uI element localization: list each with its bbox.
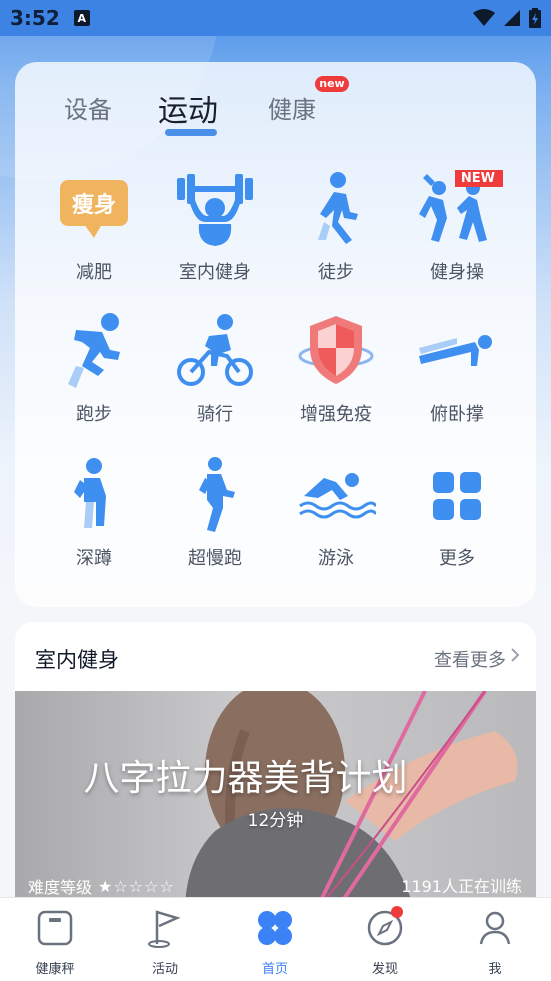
grid-item-label: 室内健身 <box>179 262 251 283</box>
grid-item-label: 俯卧撑 <box>430 404 484 425</box>
grid-item-running[interactable]: 跑步 <box>34 312 154 426</box>
nav-label: 首页 <box>261 962 288 977</box>
nav-item-me[interactable]: 我 <box>440 908 550 977</box>
grid-item-walking[interactable]: 徒步 <box>276 170 396 284</box>
tab-new-badge: new <box>315 76 349 92</box>
bottom-navigation: 健康秤 活动 首页 发现 我 <box>0 897 551 981</box>
nav-label: 健康秤 <box>35 962 75 977</box>
grid-item-more[interactable]: 更多 <box>397 456 517 570</box>
status-time: 3:52 <box>10 6 60 30</box>
nav-label: 发现 <box>371 962 398 977</box>
tab-sports[interactable]: 运动 <box>158 86 218 130</box>
battery-icon <box>529 8 541 28</box>
grid-item-slow-jog[interactable]: 超慢跑 <box>155 456 275 570</box>
weight-loss-icon-text: 瘦身 <box>72 192 116 218</box>
banner-duration: 12分钟 <box>247 811 304 831</box>
grid-item-pushup[interactable]: 俯卧撑 <box>397 312 517 426</box>
slow-jog-icon <box>175 456 255 536</box>
active-tab-indicator <box>165 129 217 136</box>
more-grid-icon <box>417 456 497 536</box>
tab-device[interactable]: 设备 <box>64 90 112 125</box>
compass-icon <box>365 906 405 948</box>
grid-item-label: 增强免疫 <box>300 404 372 425</box>
grid-item-immunity[interactable]: 增强免疫 <box>276 312 396 426</box>
running-icon <box>54 312 134 392</box>
nav-item-activity[interactable]: 活动 <box>110 908 220 977</box>
grid-item-label: 深蹲 <box>76 548 112 569</box>
banner-title: 八字拉力器美背计划 <box>83 758 408 799</box>
swimming-icon <box>296 456 378 536</box>
participant-count: 1191人正在训练 <box>401 877 522 896</box>
grid-item-label: 游泳 <box>318 548 354 569</box>
star-rating-icons: ★☆☆☆☆ <box>98 876 175 896</box>
grid-item-indoor-fitness[interactable]: 室内健身 <box>155 170 275 284</box>
grid-item-label: 骑行 <box>197 404 233 425</box>
notification-a-icon: A <box>73 10 90 26</box>
squat-icon <box>54 456 134 536</box>
grid-item-label: 徒步 <box>318 262 354 283</box>
dumbbell-icon <box>175 170 255 250</box>
tab-health[interactable]: 健康 <box>268 90 316 125</box>
pushup-icon <box>417 312 497 392</box>
workout-banner[interactable]: 八字拉力器美背计划 12分钟 难度等级 ★☆☆☆☆ 1191人正在训练 <box>15 691 536 912</box>
nav-label: 我 <box>488 962 502 977</box>
grid-item-label: 超慢跑 <box>188 548 242 569</box>
nav-label: 活动 <box>151 962 178 977</box>
scale-icon <box>35 908 75 948</box>
category-tabs: 设备 运动 健康 new <box>0 76 551 140</box>
grid-item-cycling[interactable]: 骑行 <box>155 312 275 426</box>
grid-item-aerobics[interactable]: NEW 健身操 <box>397 170 517 284</box>
grid-item-squat[interactable]: 深蹲 <box>34 456 154 570</box>
cycling-icon <box>175 312 255 392</box>
status-bar: 3:52 A <box>0 0 551 36</box>
aerobics-icon: NEW <box>417 170 503 250</box>
person-icon <box>475 908 515 948</box>
weight-loss-icon: 瘦身 <box>54 170 134 250</box>
nav-item-discover[interactable]: 发现 <box>330 906 440 977</box>
chevron-right-icon[interactable] <box>508 648 522 662</box>
walking-icon <box>296 170 376 250</box>
nav-item-home[interactable]: 首页 <box>220 908 330 977</box>
grid-item-label: 跑步 <box>76 404 112 425</box>
signal-icon <box>504 10 520 26</box>
section-title: 室内健身 <box>35 648 119 672</box>
notification-dot <box>391 906 403 918</box>
nav-item-scale[interactable]: 健康秤 <box>0 908 110 977</box>
grid-item-swimming[interactable]: 游泳 <box>276 456 396 570</box>
grid-item-weight-loss[interactable]: 瘦身 减肥 <box>34 170 154 284</box>
flag-icon <box>145 908 185 948</box>
indoor-fitness-card: 室内健身 查看更多 八字拉力器美背计划 12分钟 难度等级 ★☆☆☆☆ 1191… <box>15 622 536 912</box>
home-clover-icon <box>255 908 295 948</box>
grid-item-label: 健身操 <box>430 262 484 283</box>
wifi-icon <box>473 9 495 26</box>
grid-item-label: 减肥 <box>76 262 112 283</box>
difficulty-label: 难度等级 <box>28 878 93 897</box>
difficulty-rating: 难度等级 ★☆☆☆☆ <box>28 874 175 898</box>
see-more-link[interactable]: 查看更多 <box>434 646 506 672</box>
shield-icon <box>296 312 376 392</box>
new-ribbon-badge: NEW <box>454 170 503 187</box>
grid-item-label: 更多 <box>439 548 475 569</box>
